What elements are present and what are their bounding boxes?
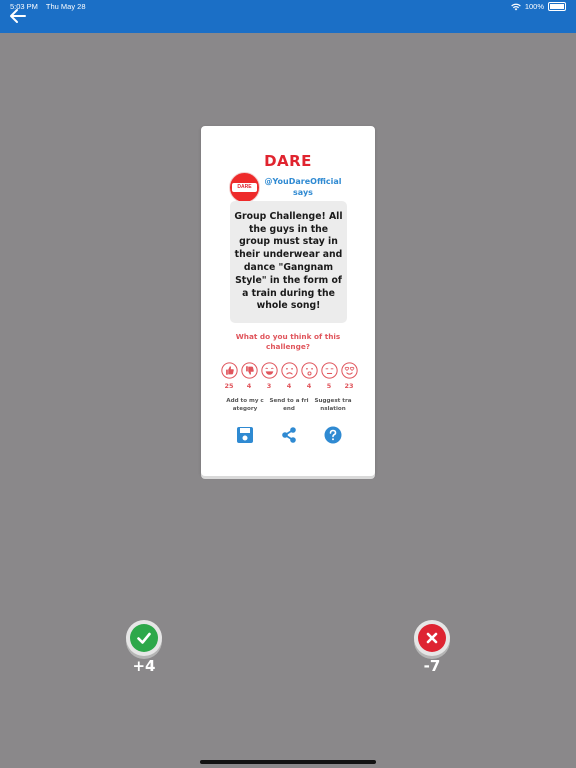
action-label: Add to my category xyxy=(226,398,264,412)
battery-icon xyxy=(548,2,566,11)
reaction-neutral[interactable]: 5 xyxy=(320,362,338,390)
top-bar: 5:03 PM Thu May 28 100% xyxy=(0,0,576,33)
accept-score: +4 xyxy=(132,657,156,675)
avatar: DARE xyxy=(229,172,260,203)
battery-percent: 100% xyxy=(524,2,544,11)
dare-text-box: Group Challenge! All the guys in the gro… xyxy=(230,201,347,323)
dare-text: Group Challenge! All the guys in the gro… xyxy=(234,210,343,312)
reaction-row: 25 4 3 4 4 5 23 xyxy=(220,362,358,390)
reaction-sad[interactable]: 4 xyxy=(280,362,298,390)
avatar-logo-text: DARE xyxy=(232,183,257,192)
save-icon xyxy=(237,427,253,443)
reject-button-circle[interactable] xyxy=(414,620,450,656)
laughing-face-icon xyxy=(260,362,278,379)
send-to-friend-button[interactable]: Send to a friend xyxy=(269,398,309,444)
love-face-icon xyxy=(340,362,358,379)
close-icon xyxy=(426,632,438,644)
reaction-count: 4 xyxy=(246,382,252,390)
sad-face-icon xyxy=(280,362,298,379)
thumbs-down-icon xyxy=(240,362,258,379)
add-to-category-button[interactable]: Add to my category xyxy=(225,398,265,444)
reaction-count: 5 xyxy=(326,382,332,390)
thumbs-up-icon xyxy=(220,362,238,379)
reaction-count: 23 xyxy=(344,382,354,390)
status-indicators: 100% xyxy=(511,2,566,11)
suggest-translation-button[interactable]: Suggest translation xyxy=(313,398,353,444)
back-arrow-icon[interactable] xyxy=(8,7,28,25)
reaction-surprised[interactable]: 4 xyxy=(300,362,318,390)
dare-card: DARE DARE @YouDareOfficial says Group Ch… xyxy=(201,126,375,476)
share-icon xyxy=(282,427,296,443)
wifi-icon xyxy=(511,3,521,10)
accept-dare-button[interactable]: +4 xyxy=(124,620,164,675)
reject-score: -7 xyxy=(423,657,441,675)
reaction-thumbs-up[interactable]: 25 xyxy=(220,362,238,390)
action-row: Add to my category Send to a friend Sugg… xyxy=(225,398,353,444)
feedback-question: What do you think of this challenge? xyxy=(235,332,341,351)
home-indicator[interactable] xyxy=(200,760,376,764)
reaction-count: 3 xyxy=(266,382,272,390)
reaction-count: 4 xyxy=(306,382,312,390)
status-date: Thu May 28 xyxy=(45,2,86,11)
reaction-count: 25 xyxy=(224,382,234,390)
reject-dare-button[interactable]: -7 xyxy=(412,620,452,675)
checkmark-icon xyxy=(137,632,151,644)
neutral-face-icon xyxy=(320,362,338,379)
author-label: @YouDareOfficial says xyxy=(264,177,342,197)
action-label: Send to a friend xyxy=(269,398,309,412)
accept-button-circle[interactable] xyxy=(126,620,162,656)
reaction-love[interactable]: 23 xyxy=(340,362,358,390)
surprised-face-icon xyxy=(300,362,318,379)
help-icon xyxy=(324,426,342,444)
reaction-laughing[interactable]: 3 xyxy=(260,362,278,390)
reaction-count: 4 xyxy=(286,382,292,390)
reaction-thumbs-down[interactable]: 4 xyxy=(240,362,258,390)
action-label: Suggest translation xyxy=(314,398,352,412)
card-title: DARE xyxy=(264,152,312,170)
